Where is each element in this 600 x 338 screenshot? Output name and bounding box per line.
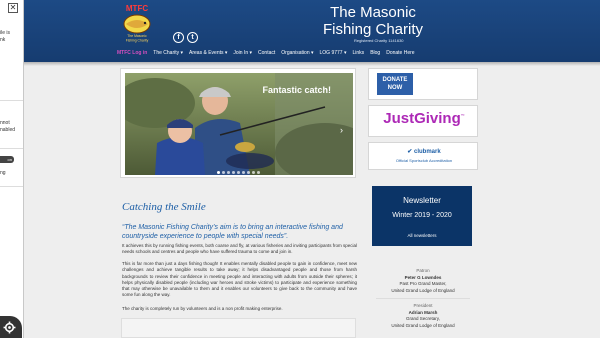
panel-text-fragment: nnot: [0, 120, 10, 126]
nav-item-join-in[interactable]: Join In ▾: [233, 50, 252, 58]
slider-dot[interactable]: [242, 171, 245, 174]
slide-caption: Fantastic catch!: [262, 85, 331, 95]
all-newsletters-link[interactable]: All newsletters: [372, 233, 472, 238]
accessibility-panel: ✕ ile is nk nnot nabled on ng: [0, 0, 24, 338]
nav-item-areas-events[interactable]: Areas & Events ▾: [189, 50, 227, 58]
content-paragraph: The charity is completely run by volunte…: [122, 306, 283, 311]
accreditation-text: Official Sportsclub Accreditation: [395, 158, 453, 163]
site-logo[interactable]: MTFC The Masonic Fishing Charity: [116, 2, 158, 44]
panel-text-fragment: ng: [0, 170, 6, 176]
site-title: The Masonic Fishing Charity: [288, 4, 458, 38]
slider-dot[interactable]: [237, 171, 240, 174]
divider: [0, 148, 23, 149]
newsletter-title: Newsletter: [403, 196, 441, 205]
officer-org: United Grand Lodge of England: [391, 287, 455, 293]
panel-text-fragment: nk: [0, 37, 6, 43]
slider-dot[interactable]: [257, 171, 260, 174]
toggle-switch[interactable]: on: [0, 156, 14, 163]
trademark-mark: ™: [460, 113, 465, 118]
donate-label: NOW: [387, 85, 403, 91]
slider-dot[interactable]: [217, 171, 220, 174]
slider-dot[interactable]: [227, 171, 230, 174]
panel-text-fragment: ile is: [0, 30, 11, 36]
close-icon[interactable]: ✕: [8, 3, 18, 13]
site-title-line: The Masonic: [330, 4, 416, 21]
officers-list: Patron Peter G Lowndes Past Pro Grand Ma…: [368, 258, 478, 338]
content-embed-box: [121, 318, 356, 338]
chevron-right-icon[interactable]: ›: [340, 125, 343, 135]
svg-text:MTFC: MTFC: [126, 4, 148, 13]
gear-icon: [3, 321, 16, 334]
officer-org: United Grand Lodge of England: [391, 322, 455, 328]
clubmark-label: clubmark: [414, 149, 441, 155]
slider-dot[interactable]: [252, 171, 255, 174]
nav-login-link[interactable]: MTFC Log in: [117, 50, 147, 58]
main-navigation: MTFC Log in The Charity ▾ Areas & Events…: [117, 50, 415, 58]
clubmark-logo[interactable]: ✔ clubmark: [369, 148, 479, 155]
svg-text:Fishing Charity: Fishing Charity: [126, 39, 149, 43]
slider-dot[interactable]: [232, 171, 235, 174]
nav-item-the-charity[interactable]: The Charity ▾: [153, 50, 183, 58]
divider: [376, 298, 470, 299]
nav-item-organisation[interactable]: Organisation ▾: [281, 50, 313, 58]
slider-dot[interactable]: [222, 171, 225, 174]
newsletter-edition[interactable]: Winter 2019 - 2020: [372, 212, 472, 219]
page-title: Catching the Smile: [122, 201, 206, 213]
nav-item-contact[interactable]: Contact: [258, 50, 275, 58]
site-title-line: Fishing Charity: [322, 21, 424, 38]
nav-item-blog[interactable]: Blog: [370, 50, 380, 58]
content-paragraph: This is far more than just a days fishin…: [122, 261, 357, 298]
registered-charity-number: Registered Charity 1141630: [354, 38, 404, 43]
clubmark-check-icon: ✔: [407, 149, 414, 155]
image-slider: Fantastic catch! ›: [120, 68, 356, 178]
panel-text-fragment: nabled: [0, 127, 16, 133]
divider: [0, 100, 23, 101]
site-header: MTFC The Masonic Fishing Charity f t The…: [24, 0, 600, 62]
donate-now-button[interactable]: DONATE NOW: [377, 73, 413, 95]
nav-item-log-9777[interactable]: LOG 9777 ▾: [320, 50, 347, 58]
justgiving-link[interactable]: JustGiving™: [369, 110, 479, 127]
justgiving-card: JustGiving™: [368, 105, 478, 137]
twitter-icon[interactable]: t: [187, 32, 198, 43]
accessibility-settings-button[interactable]: [0, 316, 22, 338]
mission-quote: “The Masonic Fishing Charity’s aim is to…: [122, 224, 343, 240]
newsletter-panel[interactable]: Newsletter Winter 2019 - 2020 All newsle…: [372, 186, 472, 246]
clubmark-card: ✔ clubmark Official Sportsclub Accredita…: [368, 142, 478, 170]
facebook-icon[interactable]: f: [173, 32, 184, 43]
nav-item-links[interactable]: Links: [353, 50, 365, 58]
svg-text:The Masonic: The Masonic: [127, 34, 147, 38]
divider: [0, 186, 23, 187]
slider-dot[interactable]: [247, 171, 250, 174]
content-paragraph: It achieves this by running fishing even…: [122, 243, 357, 255]
donate-label: DONATE: [382, 77, 408, 83]
donate-card: DONATE NOW: [368, 68, 478, 100]
nav-item-donate-here[interactable]: Donate Here: [386, 50, 414, 58]
header-shadow: [24, 62, 600, 66]
slider-dots: [217, 171, 260, 174]
justgiving-label: JustGiving: [383, 110, 461, 127]
slide-image[interactable]: Fantastic catch! ›: [125, 73, 353, 175]
